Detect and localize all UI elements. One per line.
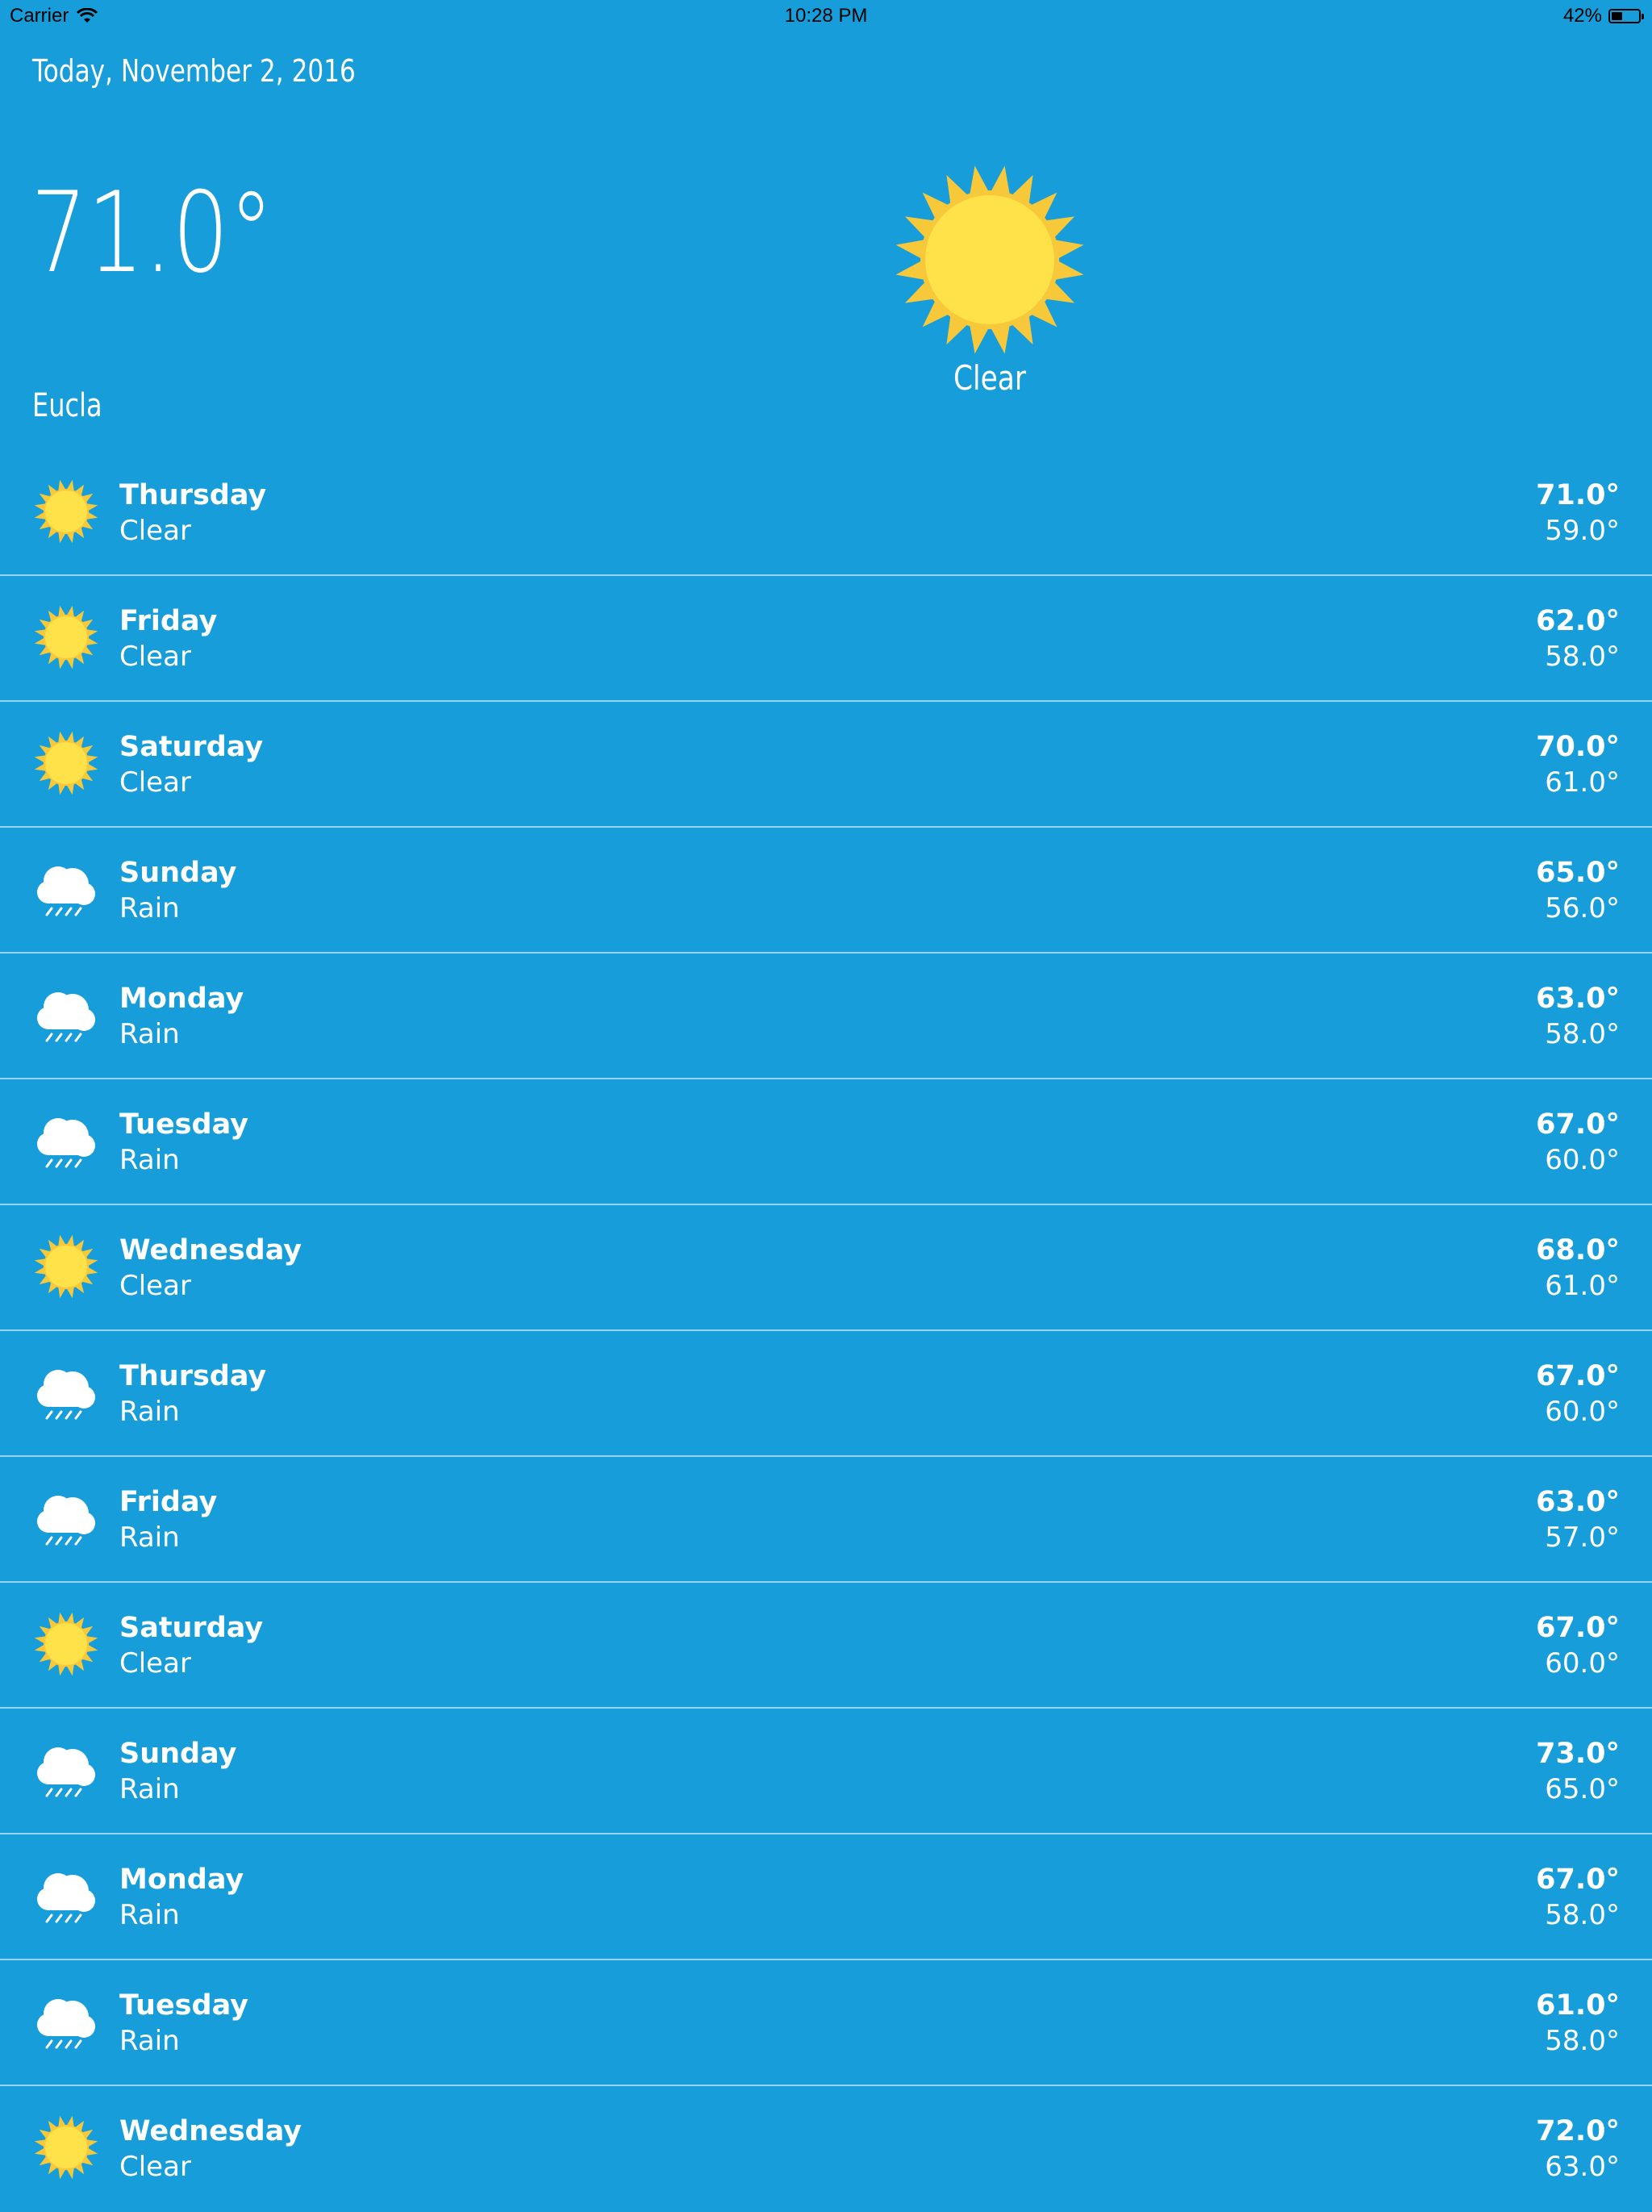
forecast-condition: Clear xyxy=(119,641,191,673)
forecast-row[interactable]: Sunday Rain 65.0° 56.0° xyxy=(0,828,1652,954)
forecast-condition: Rain xyxy=(119,1899,180,1931)
forecast-row[interactable]: Saturday Clear 70.0° 61.0° xyxy=(0,702,1652,828)
forecast-low: 58.0° xyxy=(1545,1018,1620,1050)
rain-cloud-icon xyxy=(32,1107,100,1175)
forecast-row[interactable]: Tuesday Rain 67.0° 60.0° xyxy=(0,1079,1652,1205)
forecast-condition: Rain xyxy=(119,1521,180,1554)
forecast-low: 58.0° xyxy=(1545,1899,1620,1931)
rain-cloud-icon xyxy=(32,1484,100,1552)
forecast-condition: Clear xyxy=(119,766,191,799)
forecast-day: Tuesday xyxy=(119,1108,248,1141)
forecast-low: 60.0° xyxy=(1545,1647,1620,1680)
forecast-day: Wednesday xyxy=(119,1234,302,1267)
forecast-low: 60.0° xyxy=(1545,1144,1620,1176)
forecast-condition: Clear xyxy=(119,1270,191,1302)
forecast-condition: Clear xyxy=(119,515,191,547)
forecast-condition: Clear xyxy=(119,1647,191,1680)
forecast-row[interactable]: Tuesday Rain 61.0° 58.0° xyxy=(0,1960,1652,2086)
forecast-high: 67.0° xyxy=(1536,1864,1620,1896)
forecast-high: 65.0° xyxy=(1536,857,1620,889)
forecast-day: Friday xyxy=(119,1486,218,1518)
forecast-condition: Rain xyxy=(119,1018,180,1050)
forecast-condition: Rain xyxy=(119,1396,180,1428)
forecast-row[interactable]: Thursday Clear 71.0° 59.0° xyxy=(0,450,1652,576)
forecast-day: Thursday xyxy=(119,479,267,511)
battery-icon xyxy=(1608,9,1644,23)
forecast-row[interactable]: Friday Clear 62.0° 58.0° xyxy=(0,576,1652,702)
forecast-high: 68.0° xyxy=(1536,1234,1620,1267)
forecast-high: 62.0° xyxy=(1536,605,1620,637)
current-temperature: 71.0° xyxy=(31,168,274,298)
sun-icon xyxy=(32,729,100,797)
forecast-high: 73.0° xyxy=(1536,1738,1620,1770)
forecast-day: Saturday xyxy=(119,731,264,763)
forecast-high: 67.0° xyxy=(1536,1108,1620,1141)
forecast-high: 63.0° xyxy=(1536,983,1620,1015)
forecast-day: Wednesday xyxy=(119,2115,302,2147)
sun-icon xyxy=(895,165,1084,354)
forecast-high: 67.0° xyxy=(1536,1612,1620,1644)
rain-cloud-icon xyxy=(32,855,100,923)
forecast-day: Sunday xyxy=(119,1738,237,1770)
sun-icon xyxy=(32,1233,100,1300)
forecast-condition: Rain xyxy=(119,1773,180,1805)
forecast-low: 63.0° xyxy=(1545,2151,1620,2183)
rain-cloud-icon xyxy=(32,1988,100,2055)
forecast-low: 60.0° xyxy=(1545,1396,1620,1428)
sun-icon xyxy=(32,603,100,671)
forecast-high: 67.0° xyxy=(1536,1360,1620,1392)
battery-fill xyxy=(1612,12,1622,20)
forecast-condition: Clear xyxy=(119,2151,191,2183)
current-condition: Clear xyxy=(953,358,1027,398)
battery-tip xyxy=(1642,14,1644,19)
forecast-high: 71.0° xyxy=(1536,479,1620,511)
forecast-day: Monday xyxy=(119,983,244,1015)
sun-icon xyxy=(32,1610,100,1678)
forecast-condition: Rain xyxy=(119,1144,180,1176)
forecast-low: 58.0° xyxy=(1545,641,1620,673)
forecast-low: 61.0° xyxy=(1545,1270,1620,1302)
forecast-low: 59.0° xyxy=(1545,515,1620,547)
sun-icon xyxy=(32,478,100,545)
forecast-day: Friday xyxy=(119,605,218,637)
forecast-row[interactable]: Wednesday Clear 68.0° 61.0° xyxy=(0,1205,1652,1331)
battery-percent: 42% xyxy=(1562,5,1602,27)
forecast-list: Thursday Clear 71.0° 59.0° Friday Clear 62.0° 5… xyxy=(0,450,1652,2212)
forecast-row[interactable]: Wednesday Clear 72.0° 63.0° xyxy=(0,2086,1652,2212)
forecast-condition: Rain xyxy=(119,892,180,924)
forecast-row[interactable]: Monday Rain 67.0° 58.0° xyxy=(0,1834,1652,1960)
current-date: Today, November 2, 2016 xyxy=(32,53,356,89)
location-name: Eucla xyxy=(32,387,102,424)
rain-cloud-icon xyxy=(32,1359,100,1426)
forecast-high: 63.0° xyxy=(1536,1486,1620,1518)
forecast-low: 65.0° xyxy=(1545,1773,1620,1805)
forecast-day: Saturday xyxy=(119,1612,264,1644)
forecast-day: Sunday xyxy=(119,857,237,889)
forecast-low: 56.0° xyxy=(1545,892,1620,924)
forecast-row[interactable]: Sunday Rain 73.0° 65.0° xyxy=(0,1709,1652,1834)
forecast-high: 61.0° xyxy=(1536,1989,1620,2022)
forecast-day: Thursday xyxy=(119,1360,267,1392)
sun-icon xyxy=(32,2114,100,2181)
forecast-row[interactable]: Monday Rain 63.0° 58.0° xyxy=(0,954,1652,1079)
forecast-high: 70.0° xyxy=(1536,731,1620,763)
forecast-high: 72.0° xyxy=(1536,2115,1620,2147)
status-time: 10:28 PM xyxy=(784,5,868,27)
forecast-low: 61.0° xyxy=(1545,766,1620,799)
forecast-day: Monday xyxy=(119,1864,244,1896)
rain-cloud-icon xyxy=(32,1736,100,1804)
forecast-row[interactable]: Friday Rain 63.0° 57.0° xyxy=(0,1457,1652,1583)
forecast-low: 58.0° xyxy=(1545,2025,1620,2057)
rain-cloud-icon xyxy=(32,1862,100,1930)
status-right: 42% xyxy=(1562,5,1644,27)
status-bar: Carrier 10:28 PM 42% xyxy=(0,0,1652,32)
forecast-row[interactable]: Thursday Rain 67.0° 60.0° xyxy=(0,1331,1652,1457)
forecast-day: Tuesday xyxy=(119,1989,248,2022)
forecast-low: 57.0° xyxy=(1545,1521,1620,1554)
forecast-row[interactable]: Saturday Clear 67.0° 60.0° xyxy=(0,1583,1652,1709)
rain-cloud-icon xyxy=(32,981,100,1049)
forecast-condition: Rain xyxy=(119,2025,180,2057)
